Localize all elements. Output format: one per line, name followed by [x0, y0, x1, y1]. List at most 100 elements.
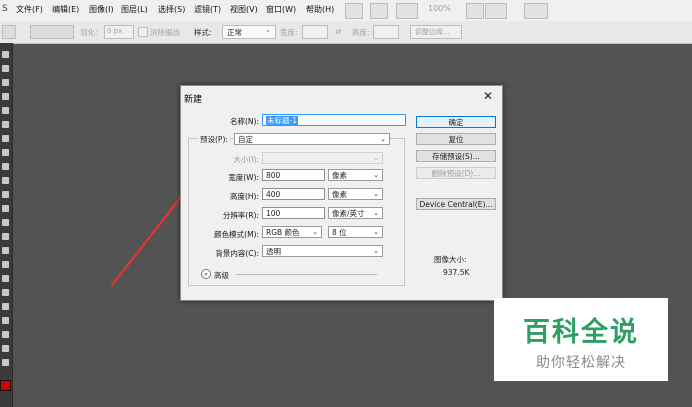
eraser-tool-icon[interactable] — [2, 191, 9, 198]
eyedropper-tool-icon[interactable] — [2, 121, 9, 128]
bridge-button[interactable] — [345, 3, 363, 19]
height-unit-select[interactable]: 像素 ⌄ — [328, 188, 383, 200]
width-input[interactable] — [302, 25, 328, 39]
advanced-divider — [236, 274, 377, 275]
marquee-tool-icon[interactable] — [2, 65, 9, 72]
arrange-documents-button[interactable] — [485, 3, 507, 19]
minibridge-button[interactable] — [370, 3, 388, 19]
foreground-color-swatch[interactable] — [0, 380, 11, 391]
screen-mode-button[interactable] — [524, 3, 548, 19]
height-value: 400 — [266, 190, 281, 199]
type-tool-icon[interactable] — [2, 261, 9, 268]
delete-preset-button: 删除预设(D)... — [416, 167, 496, 179]
options-bar: 羽化: 0 px 消除锯齿 样式: 正常 ⌄ 宽度: ⇄ 高度: 调整边缘... — [0, 21, 692, 44]
move-tool-icon[interactable] — [2, 51, 9, 58]
brush-tool-icon[interactable] — [2, 149, 9, 156]
pen-tool-icon[interactable] — [2, 247, 9, 254]
menu-filter[interactable]: 滤镜(T) — [194, 4, 221, 15]
watermark: 百科全说 助你轻松解决 — [494, 298, 668, 381]
preset-label: 预设(P): — [198, 134, 230, 145]
chevron-down-icon: ⌄ — [373, 171, 379, 179]
menu-edit[interactable]: 编辑(E) — [52, 4, 79, 15]
history-brush-icon[interactable] — [2, 177, 9, 184]
height-label: 高度: — [352, 28, 370, 37]
save-preset-button[interactable]: 存储预设(S)... — [416, 150, 496, 162]
bit-depth-select[interactable]: 8 位 ⌄ — [328, 226, 383, 238]
blur-tool-icon[interactable] — [2, 219, 9, 226]
refine-edge-button[interactable]: 调整边缘... — [410, 25, 462, 39]
feather-label: 羽化: — [80, 28, 98, 37]
color-mode-value: RGB 颜色 — [266, 228, 300, 237]
hand-tool-icon[interactable] — [2, 331, 9, 338]
advanced-label[interactable]: 高级 — [214, 270, 229, 281]
view-extras-button[interactable] — [396, 3, 418, 19]
chevron-down-icon: ⌄ — [380, 135, 386, 143]
width-input[interactable]: 800 — [262, 169, 325, 181]
bit-depth-value: 8 位 — [332, 228, 347, 237]
lasso-tool-icon[interactable] — [2, 79, 9, 86]
zoom-level[interactable]: 100% — [428, 4, 451, 13]
height-input[interactable]: 400 — [262, 188, 325, 200]
style-value: 正常 — [227, 28, 242, 37]
quick-mask-icon[interactable] — [2, 359, 9, 366]
menu-file[interactable]: 文件(F) — [16, 4, 43, 15]
height-label: 高度(H): — [229, 192, 259, 201]
image-size-value: 937.5K — [443, 268, 470, 277]
swap-icon[interactable]: ⇄ — [335, 27, 341, 36]
size-select: ⌄ — [262, 152, 383, 164]
menu-view[interactable]: 视图(V) — [230, 4, 258, 15]
zoom-tool-icon[interactable] — [2, 345, 9, 352]
3d-orbit-icon[interactable] — [2, 317, 9, 324]
quick-select-tool-icon[interactable] — [2, 93, 9, 100]
advanced-toggle-icon[interactable]: » — [201, 269, 211, 279]
refine-edge-label: 调整边缘... — [415, 28, 450, 36]
antialias-label: 消除锯齿 — [150, 28, 180, 37]
resolution-unit-select[interactable]: 像素/英寸 ⌄ — [328, 207, 383, 219]
feather-input[interactable]: 0 px — [104, 25, 134, 39]
style-label: 样式: — [194, 28, 212, 37]
chevron-down-icon: ⌄ — [312, 228, 318, 236]
path-select-icon[interactable] — [2, 275, 9, 282]
height-unit: 像素 — [332, 190, 347, 199]
reset-button[interactable]: 复位 — [416, 133, 496, 145]
clone-stamp-icon[interactable] — [2, 163, 9, 170]
3d-rotate-icon[interactable] — [2, 303, 9, 310]
chevron-down-icon: ⌄ — [373, 247, 379, 255]
shape-tool-icon[interactable] — [2, 289, 9, 296]
marquee-icon[interactable] — [2, 25, 16, 39]
device-central-button[interactable]: Device Central(E)... — [416, 198, 496, 210]
width-label: 宽度: — [280, 28, 298, 37]
close-icon[interactable]: ✕ — [483, 89, 493, 103]
resolution-unit: 像素/英寸 — [332, 209, 365, 218]
watermark-subtitle: 助你轻松解决 — [536, 355, 626, 371]
menu-select[interactable]: 选择(S) — [158, 4, 185, 15]
menu-image[interactable]: 图像(I) — [89, 4, 114, 15]
dialog-title: 新建 — [184, 95, 203, 105]
preset-select[interactable]: 自定 ⌄ — [234, 133, 390, 145]
dodge-tool-icon[interactable] — [2, 233, 9, 240]
preset-value: 自定 — [238, 135, 253, 144]
menu-bar: S 文件(F) 编辑(E) 图像(I) 图层(L) 选择(S) 滤镜(T) 视图… — [0, 0, 692, 22]
gradient-tool-icon[interactable] — [2, 205, 9, 212]
hand-tool-button[interactable] — [466, 3, 484, 19]
width-unit-select[interactable]: 像素 ⌄ — [328, 169, 383, 181]
background-select[interactable]: 透明 ⌄ — [262, 245, 383, 257]
ok-button[interactable]: 确定 — [416, 116, 496, 128]
selection-mode-icons[interactable] — [30, 25, 74, 39]
crop-tool-icon[interactable] — [2, 107, 9, 114]
resolution-input[interactable]: 100 — [262, 207, 325, 219]
menu-window[interactable]: 窗口(W) — [266, 4, 296, 15]
resolution-value: 100 — [266, 209, 281, 218]
healing-brush-icon[interactable] — [2, 135, 9, 142]
name-input[interactable]: 未标题-1 — [262, 114, 406, 126]
menu-layer[interactable]: 图层(L) — [121, 4, 148, 15]
style-select[interactable]: 正常 ⌄ — [222, 25, 276, 39]
width-value: 800 — [266, 171, 281, 180]
color-mode-select[interactable]: RGB 颜色 ⌄ — [262, 226, 322, 238]
name-label: 名称(N): — [230, 117, 259, 126]
chevron-down-icon: ⌄ — [373, 190, 379, 198]
name-value: 未标题-1 — [266, 116, 298, 125]
antialias-checkbox[interactable] — [138, 27, 148, 37]
menu-help[interactable]: 帮助(H) — [306, 4, 334, 15]
height-input[interactable] — [373, 25, 399, 39]
